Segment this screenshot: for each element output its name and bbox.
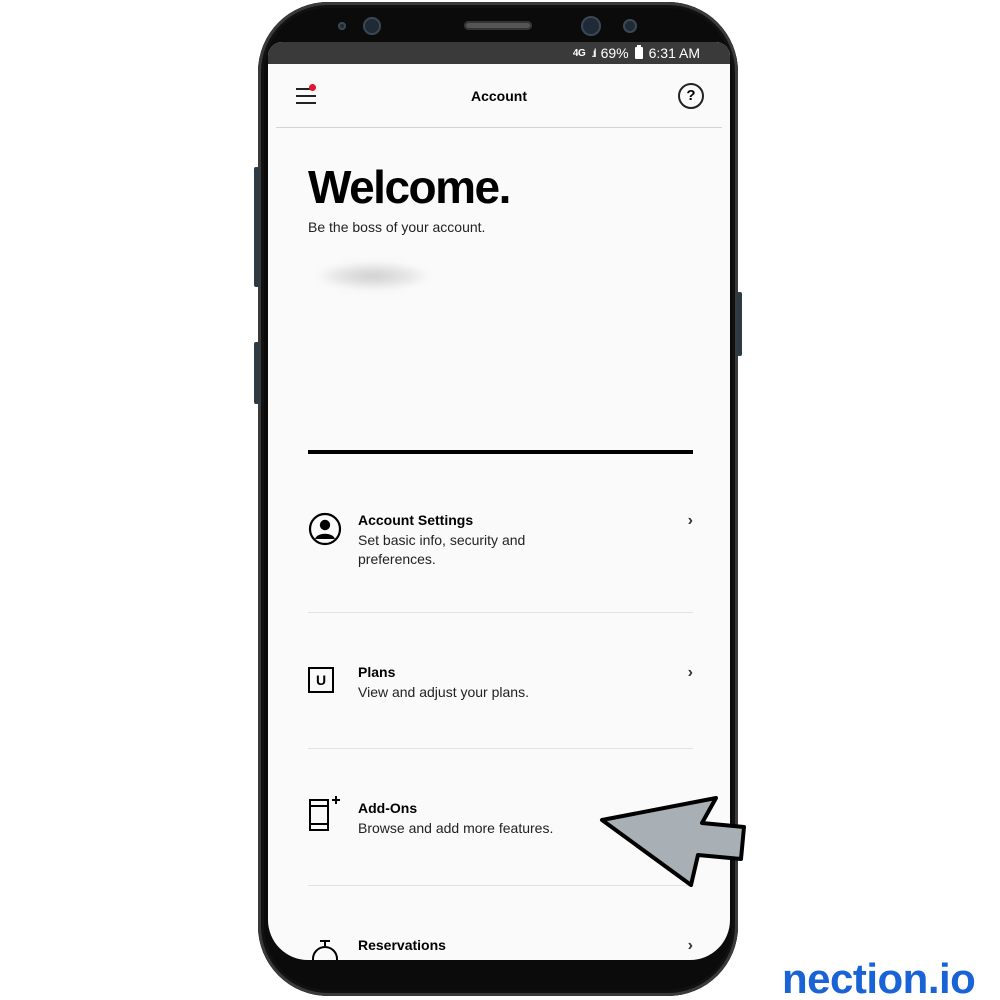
phone-add-icon (309, 796, 340, 831)
menu-item-title: Account Settings (358, 512, 474, 528)
clock: 6:31 AM (648, 45, 700, 61)
page-title: Account (471, 88, 527, 104)
iris-sensor-icon (363, 17, 381, 35)
welcome-heading: Welcome. (308, 161, 511, 213)
app-bar: Account ? (276, 64, 722, 128)
menu-item-title: Reservations (358, 937, 446, 953)
menu-item-title: Add-Ons (358, 800, 418, 816)
power-button (737, 292, 742, 356)
menu-item-title: Plans (358, 664, 396, 680)
pointer-arrow-icon (600, 796, 746, 887)
chevron-right-icon: › (687, 937, 693, 954)
watermark-logo: nection.io (782, 955, 976, 1000)
menu-item-account-settings[interactable]: Account Settings Set basic info, securit… (308, 512, 693, 582)
row-divider (308, 748, 693, 749)
battery-icon (634, 45, 643, 59)
bixby-button (254, 342, 259, 404)
plan-icon: U (308, 667, 334, 693)
earpiece (464, 21, 532, 30)
menu-item-reservations[interactable]: Reservations › (308, 937, 693, 960)
battery-percent: 69% (600, 45, 629, 61)
chevron-right-icon: › (687, 512, 693, 529)
stopwatch-icon (312, 940, 338, 960)
volume-button (254, 167, 259, 287)
row-divider (308, 612, 693, 613)
front-camera-icon (581, 16, 601, 36)
section-divider (308, 450, 693, 454)
blurred-account-name (318, 262, 428, 290)
network-indicator: 4G (572, 47, 586, 59)
signal-icon: .ıl (591, 46, 597, 60)
menu-item-description: Set basic info, security and preferences… (358, 532, 526, 567)
chevron-right-icon: › (687, 664, 693, 681)
person-circle-icon (308, 512, 342, 546)
status-bar: 4G .ıl 69% 6:31 AM (268, 42, 730, 64)
iris-camera-icon (623, 19, 637, 33)
menu-item-plans[interactable]: U Plans View and adjust your plans. › (308, 664, 693, 714)
sensor-icon (338, 22, 346, 30)
help-button[interactable]: ? (678, 83, 704, 109)
welcome-subtitle: Be the boss of your account. (308, 219, 486, 235)
menu-item-description: Browse and add more features. (358, 820, 554, 836)
menu-item-description: View and adjust your plans. (358, 684, 529, 700)
